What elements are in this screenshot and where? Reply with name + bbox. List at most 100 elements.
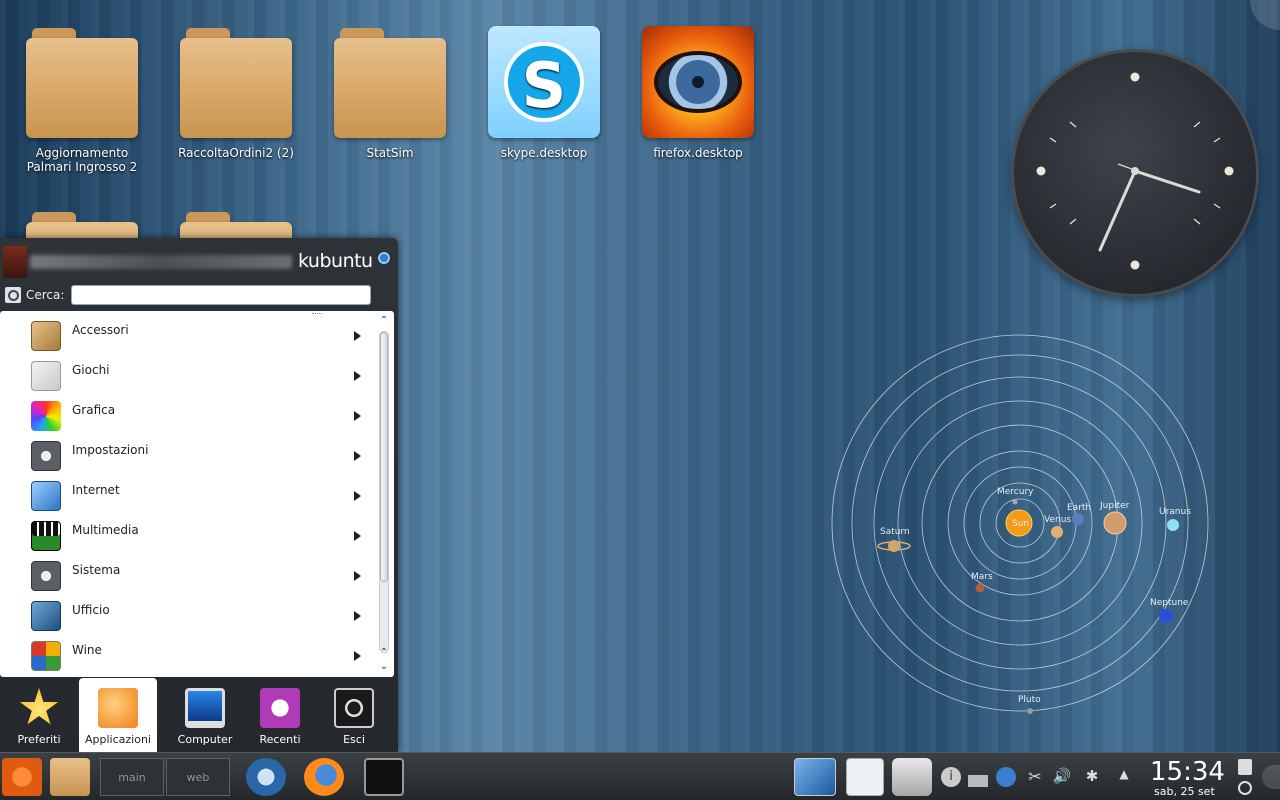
taskbar: main web i ✂ 🔊 ✱ ▲ 15:34 sab, 25 set (0, 752, 1280, 800)
panel-toolbox-icon[interactable] (1262, 765, 1280, 789)
earth-planet (1072, 513, 1084, 525)
tab-applicazioni[interactable]: Applicazioni (79, 678, 157, 752)
neptune-planet (1159, 609, 1173, 623)
submenu-arrow-icon (354, 451, 361, 461)
submenu-arrow-icon (354, 491, 361, 501)
analog-clock (1014, 52, 1256, 294)
kickoff-menu-button[interactable] (2, 758, 42, 796)
globe-icon (31, 481, 61, 511)
scroll-up-icon[interactable]: ⌃ (378, 315, 390, 327)
terminal-icon[interactable] (364, 758, 404, 796)
trash-icon[interactable] (892, 758, 932, 796)
scroll-thumb[interactable] (380, 332, 388, 582)
submenu-arrow-icon (354, 411, 361, 421)
recent-icon (260, 688, 300, 728)
desktop-icon-label: StatSim (366, 146, 414, 160)
shutdown-icon[interactable] (1238, 781, 1252, 795)
network-icon[interactable] (968, 767, 988, 787)
settings-icon[interactable] (378, 252, 390, 264)
submenu-arrow-icon (354, 331, 361, 341)
tab-preferiti[interactable]: Preferiti (0, 680, 78, 750)
category-item-sistema[interactable]: Sistema (0, 553, 376, 593)
info-icon[interactable]: i (941, 767, 961, 787)
volume-icon[interactable]: 🔊 (1052, 767, 1072, 787)
gears-icon (31, 561, 61, 591)
pager-desktop-main[interactable]: main (100, 758, 164, 796)
mercury-planet (1012, 499, 1018, 505)
planet-label: Mercury (997, 487, 1034, 497)
search-input[interactable] (71, 285, 371, 305)
submenu-arrow-icon (354, 571, 361, 581)
planet-label: Neptune (1150, 598, 1189, 608)
uranus-planet (1167, 519, 1179, 531)
pager-desktop-web[interactable]: web (166, 758, 230, 796)
file-manager-icon[interactable] (50, 758, 90, 796)
planet-label: Venus (1044, 515, 1071, 525)
user-avatar (3, 246, 27, 278)
kde-logo-icon[interactable] (246, 758, 286, 796)
calculator-icon (31, 321, 61, 351)
clock-date[interactable]: sab, 25 set (1154, 785, 1215, 798)
folder-icon (334, 26, 446, 138)
desktop-icon-statsim[interactable]: StatSim (320, 26, 460, 160)
clock-time[interactable]: 15:34 (1150, 757, 1225, 787)
launcher-tabs: Preferiti Applicazioni Computer Recenti … (0, 678, 398, 752)
tab-label: Computer (177, 733, 233, 746)
planet-label: Sun (1012, 519, 1029, 529)
notes-icon[interactable] (846, 758, 884, 796)
power-icon (334, 688, 374, 728)
desktop-icon-label: firefox.desktop (653, 146, 743, 160)
tray-expand-icon[interactable]: ▲ (1114, 767, 1134, 787)
category-item-internet[interactable]: Internet (0, 473, 376, 513)
desktop-icon-skype[interactable]: S skype.desktop (474, 26, 614, 160)
category-label: Accessori (72, 323, 129, 337)
color-wheel-icon (31, 401, 61, 431)
applications-icon (98, 688, 138, 728)
category-item-accessori[interactable]: Accessori (0, 313, 376, 353)
update-icon[interactable] (996, 767, 1016, 787)
saturn-planet (888, 540, 900, 552)
category-label: Internet (72, 483, 120, 497)
planet-label: Mars (971, 572, 993, 582)
scroll-up-icon[interactable]: ⌃ (378, 647, 390, 659)
tab-esci[interactable]: Esci (315, 680, 393, 750)
tab-label: Recenti (259, 733, 301, 746)
category-item-ufficio[interactable]: Ufficio (0, 593, 376, 633)
category-item-grafica[interactable]: Grafica (0, 393, 376, 433)
category-list: Accessori Giochi Grafica Impostazioni In… (0, 311, 394, 677)
search-label: Cerca: (26, 288, 65, 302)
firefox-icon (642, 26, 754, 138)
tab-label: Esci (343, 733, 365, 746)
clipboard-icon[interactable]: ✂ (1025, 767, 1045, 787)
scroll-down-icon[interactable]: ⌄ (378, 661, 390, 673)
category-label: Ufficio (72, 603, 110, 617)
desktop-icon-firefox[interactable]: firefox.desktop (628, 26, 768, 160)
user-info-blurred (30, 255, 292, 269)
desktop-toolbox-icon[interactable] (1250, 0, 1280, 30)
desktop-icon-aggiornamento[interactable]: Aggiornamento Palmari Ingrosso 2 (12, 26, 152, 174)
bluetooth-icon[interactable]: ✱ (1082, 767, 1102, 787)
search-row: Cerca: (0, 284, 398, 308)
category-label: Multimedia (72, 523, 139, 537)
category-scrollbar[interactable]: ⌃ ⌃ ⌄ (377, 313, 391, 675)
firefox-icon[interactable] (304, 758, 344, 796)
category-item-wine[interactable]: Wine (0, 633, 376, 673)
desktop-switcher-icon[interactable] (794, 758, 836, 796)
monitor-icon (185, 688, 225, 728)
solar-system-widget: Sun Mercury Venus Earth Mars Jupiter Sat… (830, 330, 1220, 720)
lock-icon[interactable] (1238, 759, 1252, 775)
scroll-track[interactable] (379, 331, 389, 653)
tab-label: Applicazioni (85, 733, 151, 746)
tab-recenti[interactable]: Recenti (241, 680, 319, 750)
desktop-icon-raccolta[interactable]: RaccoltaOrdini2 (2) (166, 26, 306, 160)
skype-icon: S (488, 26, 600, 138)
planet-label: Pluto (1018, 695, 1041, 705)
tab-computer[interactable]: Computer (166, 680, 244, 750)
category-item-giochi[interactable]: Giochi (0, 353, 376, 393)
gamepad-icon (31, 361, 61, 391)
category-item-multimedia[interactable]: Multimedia (0, 513, 376, 553)
category-item-impostazioni[interactable]: Impostazioni (0, 433, 376, 473)
windows-icon (31, 641, 61, 671)
kubuntu-logo: kubuntu (298, 250, 373, 272)
desktop-icon-label: Aggiornamento Palmari Ingrosso 2 (26, 146, 138, 174)
